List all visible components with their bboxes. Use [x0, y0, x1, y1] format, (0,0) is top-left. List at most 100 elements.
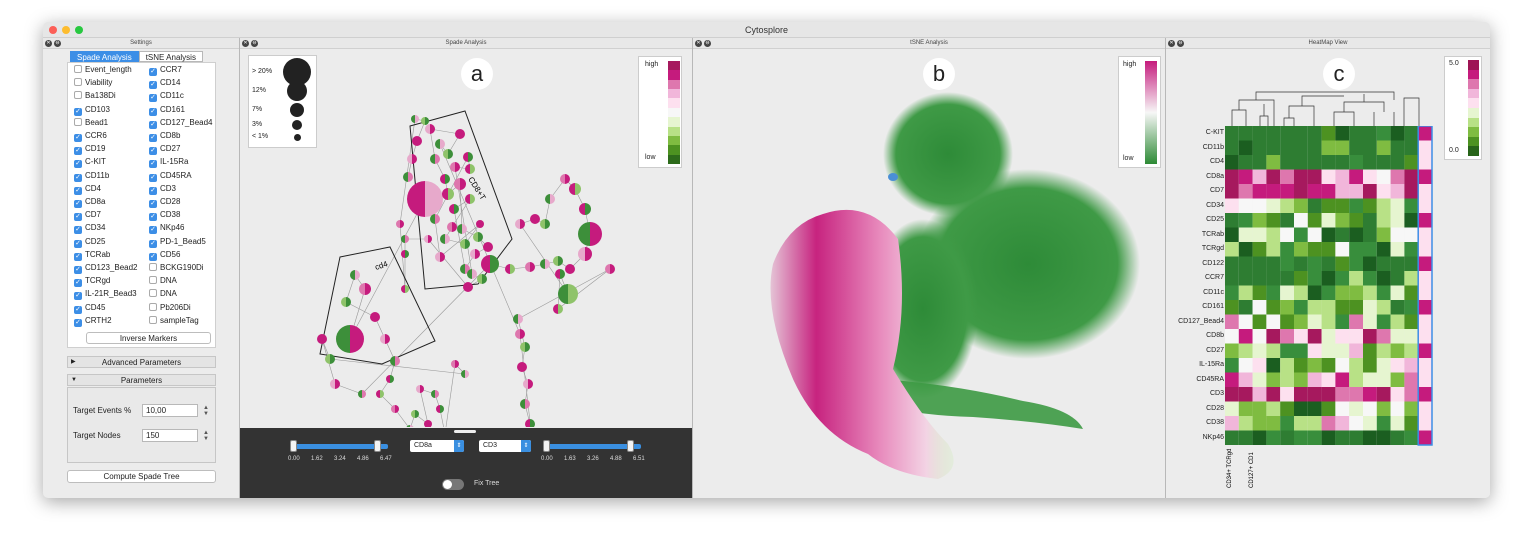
heatmap-cell[interactable] — [1349, 401, 1363, 417]
heatmap-cell[interactable] — [1335, 300, 1350, 315]
spade-node[interactable] — [540, 259, 550, 269]
heatmap-cell[interactable] — [1321, 329, 1336, 344]
checked-icon[interactable]: ✓ — [74, 292, 82, 301]
spade-node[interactable] — [523, 379, 533, 389]
checked-icon[interactable]: ✓ — [74, 213, 82, 222]
heatmap-cell[interactable] — [1335, 140, 1350, 156]
heatmap-cell[interactable] — [1321, 227, 1336, 243]
marker-checkbox[interactable]: ✓ CD28 — [149, 196, 180, 208]
heatmap-cell[interactable] — [1363, 401, 1377, 417]
heatmap-cell[interactable] — [1390, 329, 1405, 344]
heatmap-cell[interactable] — [1307, 329, 1322, 344]
heatmap-cell[interactable] — [1307, 401, 1322, 417]
heatmap-cell[interactable] — [1252, 285, 1267, 301]
heatmap-cell[interactable] — [1252, 256, 1267, 272]
heatmap-cell[interactable] — [1238, 314, 1253, 330]
heatmap-cell[interactable] — [1335, 256, 1350, 272]
target-events-input[interactable]: 10,00 ▲ ▼ — [142, 404, 209, 417]
marker-checkbox[interactable]: Bead1 — [74, 117, 108, 128]
heatmap-cell[interactable] — [1390, 256, 1405, 272]
heatmap-cell[interactable] — [1404, 387, 1419, 402]
heatmap-cell[interactable] — [1418, 140, 1432, 156]
heatmap-cell[interactable] — [1363, 256, 1377, 272]
spade-node[interactable] — [517, 362, 527, 372]
heatmap-cell[interactable] — [1238, 155, 1253, 170]
heatmap-cell[interactable] — [1225, 140, 1239, 156]
spade-node[interactable] — [401, 285, 409, 293]
heatmap-cell[interactable] — [1418, 271, 1432, 286]
checked-icon[interactable]: ✓ — [74, 147, 82, 156]
heatmap-cell[interactable] — [1418, 329, 1432, 344]
heatmap-cell[interactable] — [1390, 184, 1405, 199]
spade-node[interactable] — [483, 242, 493, 252]
heatmap-cell[interactable] — [1335, 343, 1350, 359]
marker-checkbox[interactable]: Viability — [74, 77, 112, 88]
spade-tree[interactable]: CD8+T cd4 — [240, 49, 692, 427]
checked-icon[interactable]: ✓ — [149, 213, 157, 222]
range-slider-2[interactable] — [543, 440, 641, 452]
spade-node[interactable] — [358, 390, 366, 398]
unchecked-icon[interactable] — [149, 289, 157, 298]
marker-select-1[interactable]: CD8a ⇕ — [410, 440, 464, 452]
heatmap-cell[interactable] — [1376, 256, 1391, 272]
heatmap-cell[interactable] — [1404, 227, 1419, 243]
spade-node[interactable] — [411, 115, 419, 123]
heatmap-cell[interactable] — [1266, 271, 1281, 286]
spade-node[interactable] — [578, 222, 602, 246]
spade-node[interactable] — [605, 264, 615, 274]
marker-checkbox[interactable]: ✓ CD56 — [149, 249, 180, 261]
heatmap-cell[interactable] — [1225, 285, 1239, 301]
heatmap-cell[interactable] — [1349, 155, 1363, 170]
marker-checkbox[interactable]: ✓ CD7 — [74, 209, 101, 222]
spade-node[interactable] — [565, 264, 575, 274]
heatmap-cell[interactable] — [1321, 314, 1336, 330]
heatmap-cell[interactable] — [1252, 358, 1267, 373]
heatmap-cell[interactable] — [1404, 256, 1419, 272]
heatmap-cell[interactable] — [1418, 227, 1432, 243]
heatmap-cell[interactable] — [1363, 358, 1377, 373]
slider-knob-high[interactable] — [374, 440, 381, 452]
marker-checkbox[interactable]: ✓ CD11c — [149, 90, 184, 103]
spade-node[interactable] — [350, 270, 360, 280]
close-window-button[interactable] — [49, 26, 57, 34]
marker-checkbox[interactable]: ✓ CD11b — [74, 170, 109, 182]
heatmap-cell[interactable] — [1363, 169, 1377, 185]
heatmap-cell[interactable] — [1363, 387, 1377, 402]
spade-node[interactable] — [386, 375, 394, 383]
marker-checkbox[interactable]: ✓ TCRgd — [74, 275, 110, 288]
spade-node[interactable] — [407, 181, 443, 217]
checked-icon[interactable]: ✓ — [149, 160, 157, 169]
heatmap-cell[interactable] — [1280, 314, 1294, 330]
heatmap-cell[interactable] — [1418, 242, 1432, 257]
heatmap-cell[interactable] — [1390, 213, 1405, 228]
marker-checkbox[interactable]: ✓ CD45 — [74, 302, 105, 314]
heatmap-cell[interactable] — [1225, 155, 1239, 170]
stepper-icon[interactable]: ▲ ▼ — [203, 405, 209, 417]
heatmap-cell[interactable] — [1238, 372, 1253, 388]
spade-node[interactable] — [440, 174, 450, 184]
heatmap-cell[interactable] — [1252, 169, 1267, 185]
heatmap-cell[interactable] — [1307, 198, 1322, 214]
minimize-window-button[interactable] — [62, 26, 70, 34]
heatmap-cell[interactable] — [1335, 416, 1350, 431]
heatmap-cell[interactable] — [1404, 169, 1419, 185]
marker-checkbox[interactable]: Pb206Di — [149, 302, 191, 313]
heatmap-cell[interactable] — [1238, 387, 1253, 402]
heatmap-cell[interactable] — [1307, 155, 1322, 170]
spade-node[interactable] — [401, 250, 409, 258]
heatmap-cell[interactable] — [1321, 155, 1336, 170]
heatmap-cell[interactable] — [1307, 140, 1322, 156]
heatmap-cell[interactable] — [1266, 401, 1281, 417]
heatmap-cell[interactable] — [1390, 198, 1405, 214]
heatmap-cell[interactable] — [1404, 198, 1419, 214]
spade-node[interactable] — [555, 269, 565, 279]
parameters-toggle[interactable]: ▼ Parameters — [67, 374, 216, 386]
marker-checkbox[interactable]: BCKG190Di — [149, 262, 204, 273]
heatmap-cell[interactable] — [1363, 343, 1377, 359]
heatmap-cell[interactable] — [1225, 256, 1239, 272]
heatmap-cell[interactable] — [1266, 300, 1281, 315]
heatmap-cell[interactable] — [1238, 126, 1253, 141]
heatmap-cell[interactable] — [1252, 300, 1267, 315]
undock-panel-icon[interactable]: ⊖ — [1177, 40, 1184, 47]
heatmap-cell[interactable] — [1404, 314, 1419, 330]
